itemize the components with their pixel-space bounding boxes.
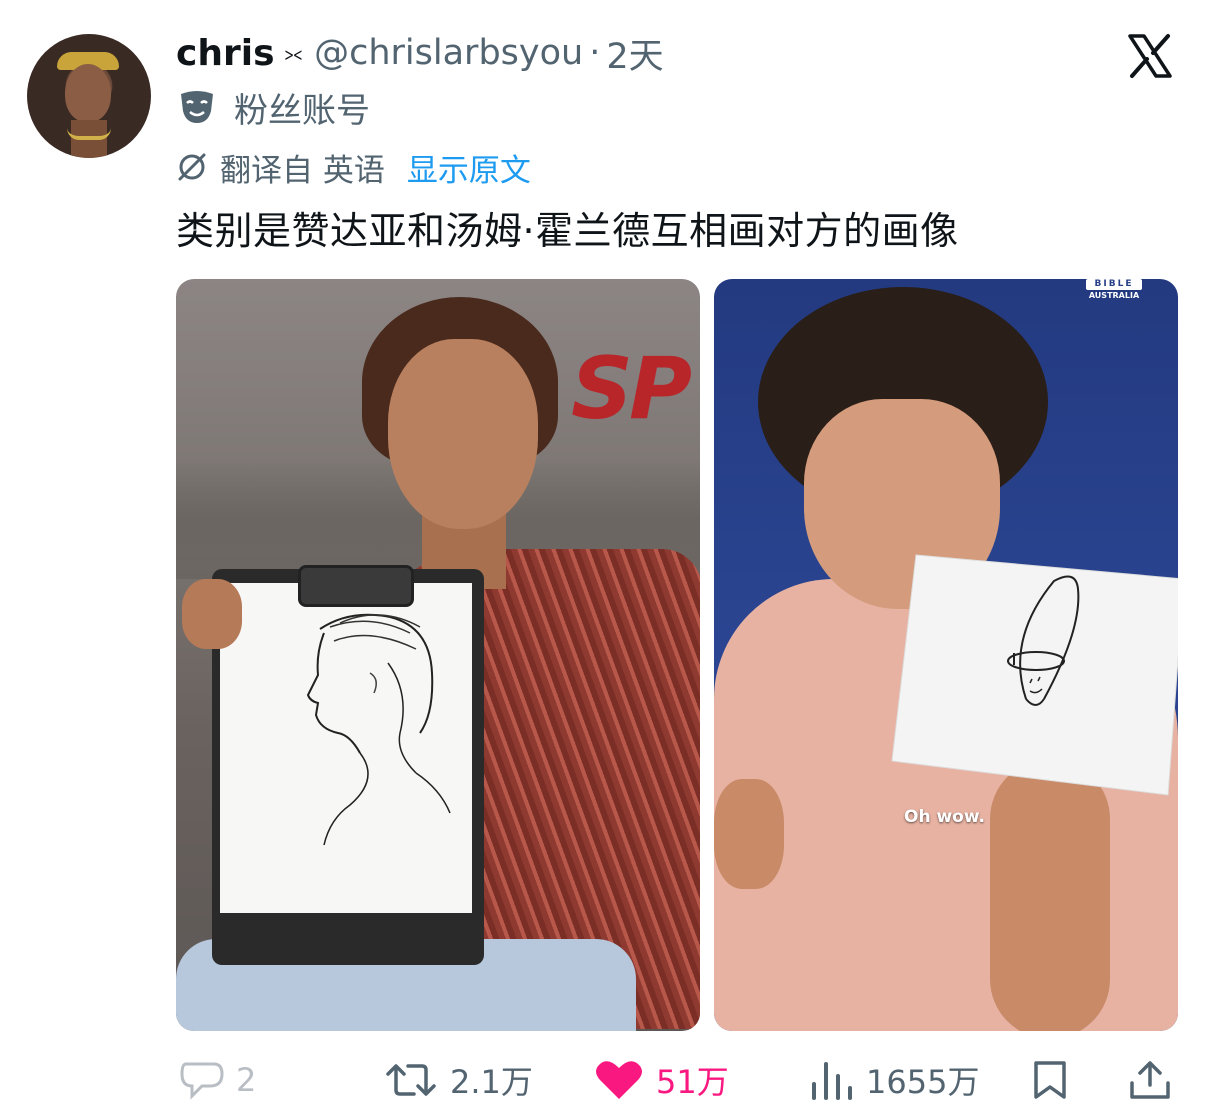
media-image-right[interactable]: BIBLE AUSTRALIA Oh wow. — [714, 279, 1178, 1031]
reply-icon — [180, 1062, 224, 1100]
x-logo-icon — [1128, 34, 1172, 78]
mask-icon — [181, 91, 213, 123]
person-arm — [990, 759, 1110, 1031]
tweet-text: 类别是赞达亚和汤姆·霍兰德互相画对方的画像 — [176, 209, 959, 253]
views-button[interactable]: 1655万 — [808, 1058, 979, 1102]
watermark-logo: BIBLE AUSTRALIA — [1086, 279, 1142, 301]
translated-from-label: 翻译自 英语 — [220, 152, 385, 189]
reply-count: 2 — [236, 1061, 257, 1099]
portrait-sketch — [306, 613, 451, 846]
analytics-icon — [812, 1062, 852, 1100]
share-icon — [1130, 1061, 1170, 1099]
action-bar: 2 2.1万 51万 1655万 — [0, 1052, 1206, 1102]
avatar-face — [65, 64, 111, 122]
heart-icon — [596, 1061, 642, 1099]
view-count: 1655万 — [866, 1063, 980, 1101]
poster-text: SP — [571, 339, 692, 439]
post-time[interactable]: 2天 — [606, 28, 663, 79]
retweet-button[interactable]: 2.1万 — [384, 1058, 533, 1102]
retweet-icon — [386, 1064, 436, 1096]
user-handle[interactable]: @chrislarbsyou — [314, 33, 583, 73]
like-button[interactable]: 51万 — [594, 1058, 729, 1102]
account-label-row: 粉丝账号 — [178, 84, 370, 131]
tweet-header: chris ⪥ @chrislarbsyou · 2天 — [176, 28, 664, 79]
person-hand — [182, 579, 242, 649]
watermark-bottom: AUSTRALIA — [1088, 291, 1140, 300]
account-label: 粉丝账号 — [234, 90, 370, 131]
show-original-link[interactable]: 显示原文 — [407, 145, 531, 190]
separator-dot: · — [589, 33, 601, 73]
watermark-top: BIBLE — [1086, 279, 1142, 290]
name-emoji: ⪥ — [284, 41, 303, 65]
avatar-necklace — [67, 128, 111, 140]
bookmark-button[interactable] — [1030, 1058, 1070, 1102]
like-count: 51万 — [656, 1063, 729, 1101]
media-image-left[interactable]: SP — [176, 279, 700, 1031]
reply-button[interactable]: 2 — [178, 1058, 256, 1102]
retweet-count: 2.1万 — [450, 1063, 533, 1101]
translation-row: 翻译自 英语 显示原文 — [176, 145, 531, 190]
drawing-card — [891, 554, 1178, 796]
person-hand-marker — [714, 779, 784, 889]
person-face — [388, 339, 538, 529]
video-caption: Oh wow. — [904, 807, 985, 827]
share-button[interactable] — [1128, 1058, 1172, 1102]
avatar[interactable] — [27, 34, 151, 158]
clipboard-clip — [298, 565, 414, 607]
bookmark-icon — [1034, 1061, 1066, 1099]
display-name[interactable]: chris — [176, 33, 275, 74]
translate-icon — [178, 153, 206, 181]
